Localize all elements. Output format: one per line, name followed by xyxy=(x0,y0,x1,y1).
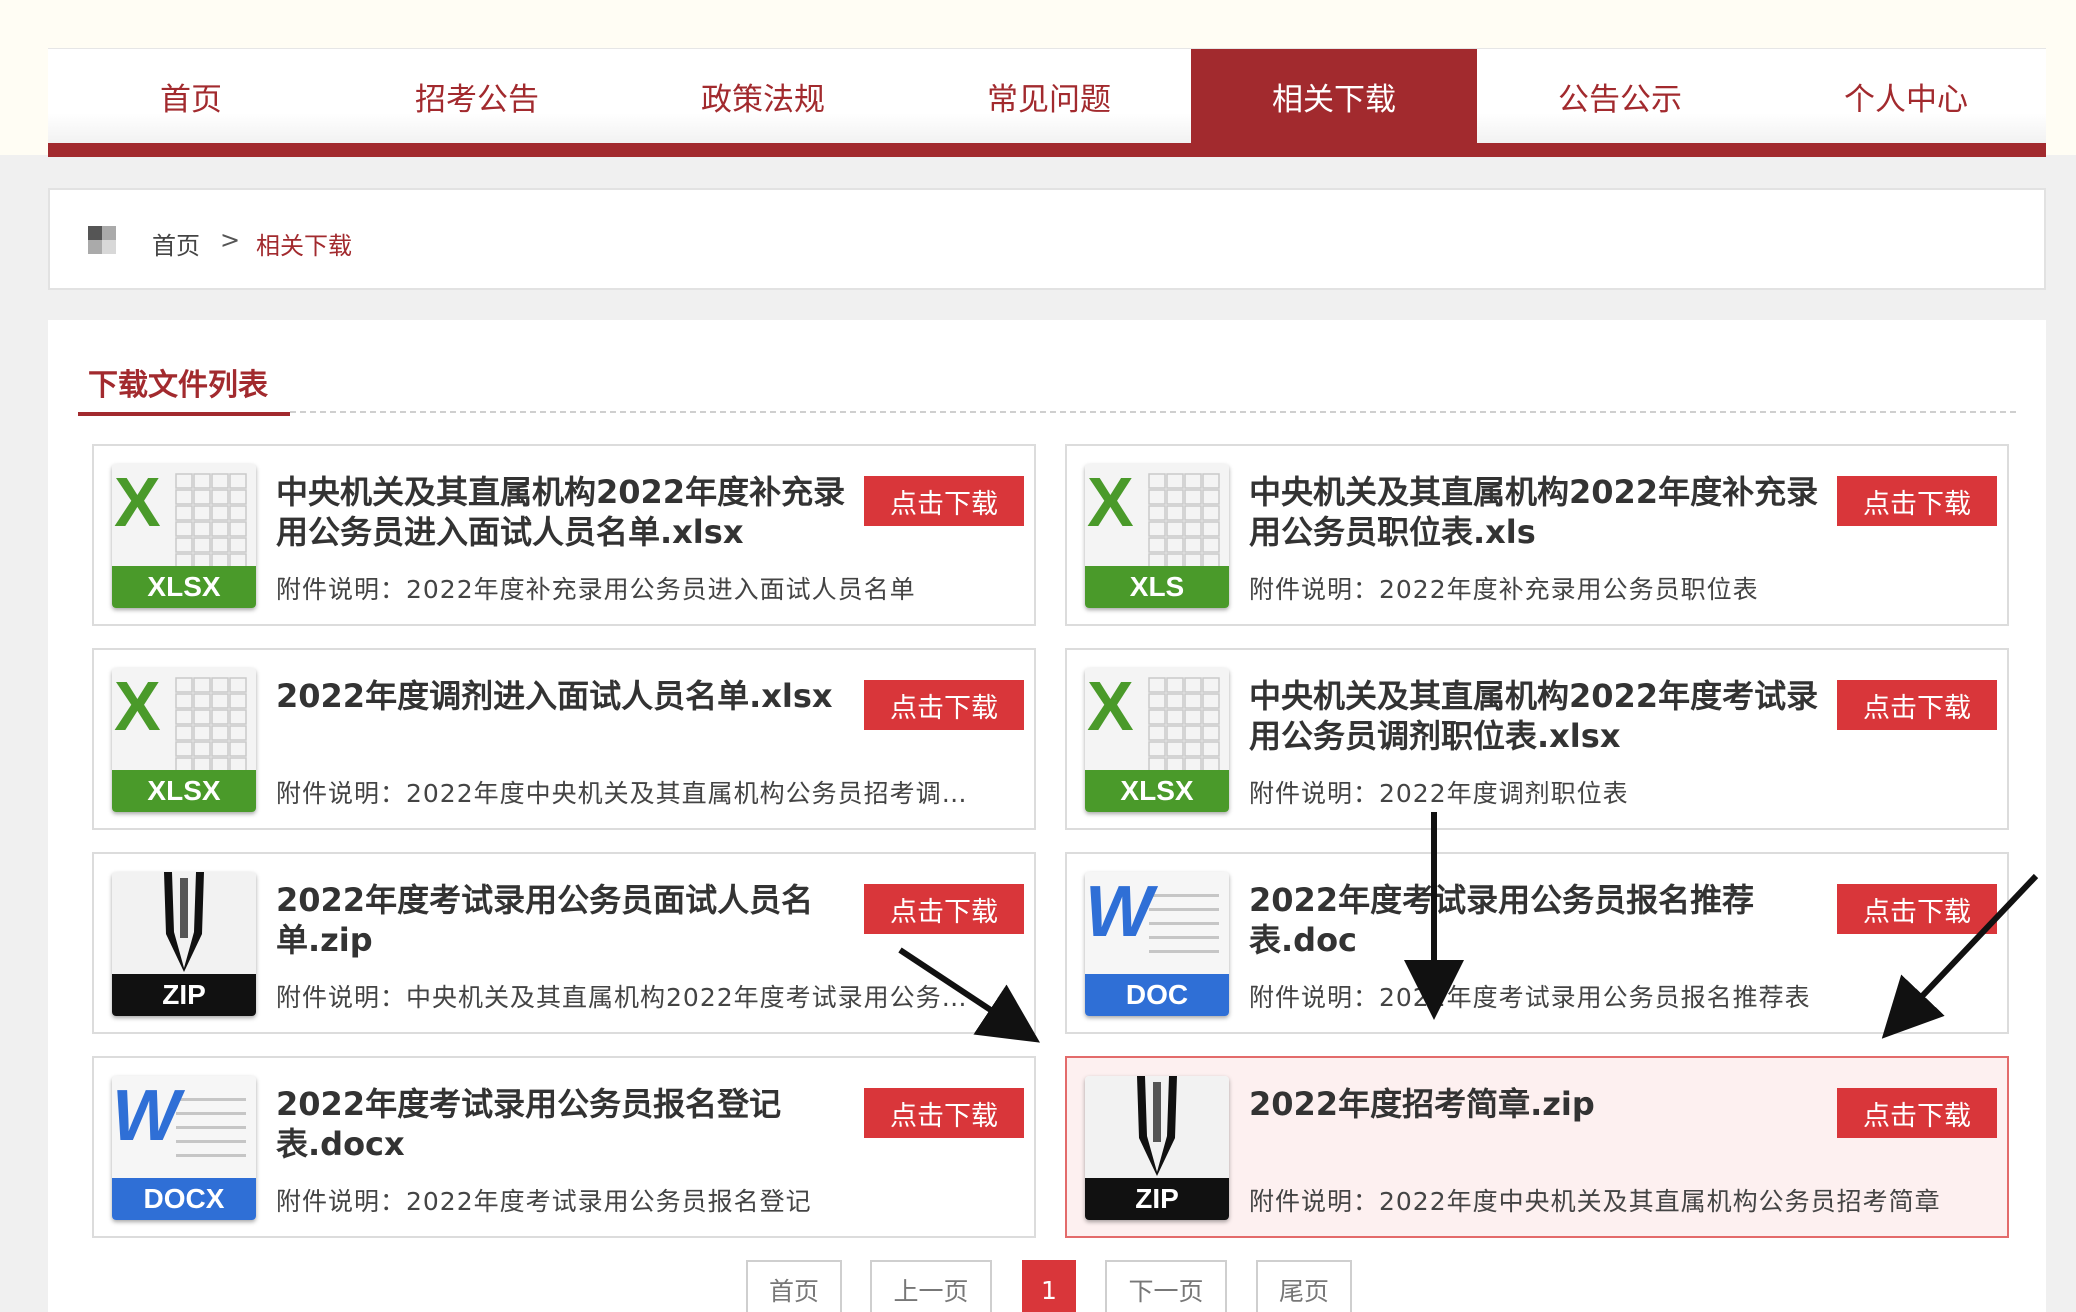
nav-underline-bar xyxy=(48,143,2046,157)
svg-text:X: X xyxy=(114,668,161,745)
zip-file-icon: ZIP xyxy=(1085,1076,1229,1220)
file-title[interactable]: 2022年度招考简章.zip xyxy=(1249,1084,1829,1124)
file-title[interactable]: 中央机关及其直属机构2022年度考试录用公务员调剂职位表.xlsx xyxy=(1249,676,1829,756)
svg-text:ZIP: ZIP xyxy=(1135,1183,1179,1214)
doc-file-icon: W DOC xyxy=(1085,872,1229,1016)
nav-item-faq[interactable]: 常见问题 xyxy=(906,49,1192,144)
file-card: W DOC 2022年度考试录用公务员报名推荐表.doc 附件说明：2022年度… xyxy=(1065,852,2009,1034)
svg-text:DOCX: DOCX xyxy=(144,1183,225,1214)
download-button[interactable]: 点击下载 xyxy=(1837,884,1997,934)
file-card: X XLSX 2022年度调剂进入面试人员名单.xlsx 附件说明：2022年度… xyxy=(92,648,1036,830)
file-title[interactable]: 2022年度考试录用公务员面试人员名单.zip xyxy=(276,880,856,960)
svg-text:XLSX: XLSX xyxy=(147,775,220,806)
download-button[interactable]: 点击下载 xyxy=(864,680,1024,730)
panel-divider xyxy=(290,411,2016,413)
nav-item-announcements[interactable]: 招考公告 xyxy=(334,49,620,144)
download-button[interactable]: 点击下载 xyxy=(864,1088,1024,1138)
file-title[interactable]: 2022年度考试录用公务员报名登记表.docx xyxy=(276,1084,856,1164)
file-description: 附件说明：2022年度调剂职位表 xyxy=(1249,779,1629,808)
nav-item-notices[interactable]: 公告公示 xyxy=(1477,49,1763,144)
file-card: ZIP 2022年度考试录用公务员面试人员名单.zip 附件说明：中央机关及其直… xyxy=(92,852,1036,1034)
svg-text:X: X xyxy=(1087,464,1134,541)
xlsx-file-icon: X XLSX xyxy=(1085,668,1229,812)
xlsx-file-icon: X XLSX xyxy=(112,464,256,608)
svg-text:X: X xyxy=(1087,668,1134,745)
breadcrumb: 首页 > 相关下载 xyxy=(48,188,2046,290)
file-description: 附件说明：2022年度中央机关及其直属机构公务员招考简章 xyxy=(1249,1187,1941,1216)
file-title[interactable]: 2022年度调剂进入面试人员名单.xlsx xyxy=(276,676,856,716)
file-card: X XLS 中央机关及其直属机构2022年度补充录用公务员职位表.xls 附件说… xyxy=(1065,444,2009,626)
svg-text:DOC: DOC xyxy=(1126,979,1188,1010)
download-button[interactable]: 点击下载 xyxy=(1837,476,1997,526)
docx-file-icon: W DOCX xyxy=(112,1076,256,1220)
svg-text:XLS: XLS xyxy=(1130,571,1184,602)
nav-item-personal-center[interactable]: 个人中心 xyxy=(1763,49,2049,144)
file-card: W DOCX 2022年度考试录用公务员报名登记表.docx 附件说明：2022… xyxy=(92,1056,1036,1238)
xls-file-icon: X XLS xyxy=(1085,464,1229,608)
download-button[interactable]: 点击下载 xyxy=(864,884,1024,934)
svg-text:W: W xyxy=(1085,872,1159,952)
file-description: 附件说明：2022年度中央机关及其直属机构公务员招考调… xyxy=(276,779,968,808)
nav-item-policies[interactable]: 政策法规 xyxy=(620,49,906,144)
file-description: 附件说明：中央机关及其直属机构2022年度考试录用公务… xyxy=(276,983,968,1012)
page-next-button[interactable]: 下一页 xyxy=(1105,1260,1227,1312)
file-title[interactable]: 2022年度考试录用公务员报名推荐表.doc xyxy=(1249,880,1829,960)
file-description: 附件说明：2022年度考试录用公务员报名推荐表 xyxy=(1249,983,1811,1012)
file-description: 附件说明：2022年度考试录用公务员报名登记 xyxy=(276,1187,812,1216)
nav-item-home[interactable]: 首页 xyxy=(48,49,334,144)
file-title[interactable]: 中央机关及其直属机构2022年度补充录用公务员职位表.xls xyxy=(1249,472,1829,552)
file-card: X XLSX 中央机关及其直属机构2022年度补充录用公务员进入面试人员名单.x… xyxy=(92,444,1036,626)
file-description: 附件说明：2022年度补充录用公务员职位表 xyxy=(1249,575,1759,604)
download-button[interactable]: 点击下载 xyxy=(864,476,1024,526)
nav-item-downloads[interactable]: 相关下载 xyxy=(1191,49,1477,144)
panel-title-underline xyxy=(78,412,290,416)
svg-text:X: X xyxy=(114,464,161,541)
breadcrumb-home-link[interactable]: 首页 xyxy=(152,226,200,261)
breadcrumb-current: 相关下载 xyxy=(256,232,352,260)
breadcrumb-separator: > xyxy=(220,226,241,254)
svg-text:ZIP: ZIP xyxy=(162,979,206,1010)
page-current-button[interactable]: 1 xyxy=(1022,1260,1076,1312)
file-title[interactable]: 中央机关及其直属机构2022年度补充录用公务员进入面试人员名单.xlsx xyxy=(276,472,856,552)
file-description: 附件说明：2022年度补充录用公务员进入面试人员名单 xyxy=(276,575,916,604)
svg-text:W: W xyxy=(112,1076,186,1156)
panel-title: 下载文件列表 xyxy=(88,368,268,403)
download-button[interactable]: 点击下载 xyxy=(1837,1088,1997,1138)
zip-file-icon: ZIP xyxy=(112,872,256,1016)
file-card: X XLSX 中央机关及其直属机构2022年度考试录用公务员调剂职位表.xlsx… xyxy=(1065,648,2009,830)
page-first-button[interactable]: 首页 xyxy=(746,1260,842,1312)
svg-text:XLSX: XLSX xyxy=(1120,775,1193,806)
location-squares-icon xyxy=(88,226,116,254)
page-last-button[interactable]: 尾页 xyxy=(1256,1260,1352,1312)
svg-text:XLSX: XLSX xyxy=(147,571,220,602)
file-card: ZIP 2022年度招考简章.zip 附件说明：2022年度中央机关及其直属机构… xyxy=(1065,1056,2009,1238)
main-nav: 首页 招考公告 政策法规 常见问题 相关下载 公告公示 个人中心 xyxy=(48,48,2046,156)
page-prev-button[interactable]: 上一页 xyxy=(870,1260,992,1312)
download-button[interactable]: 点击下载 xyxy=(1837,680,1997,730)
xlsx-file-icon: X XLSX xyxy=(112,668,256,812)
